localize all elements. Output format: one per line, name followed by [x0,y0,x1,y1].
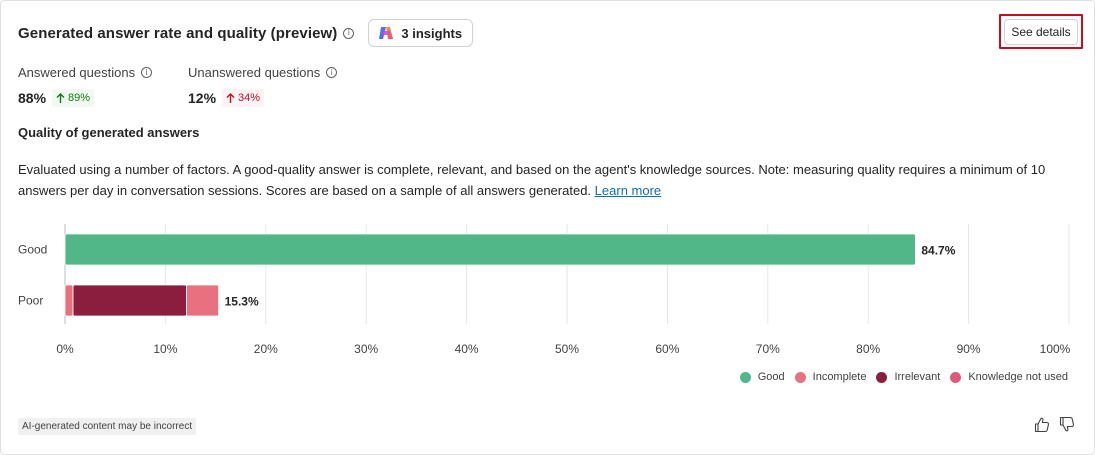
learn-more-link[interactable]: Learn more [595,183,661,198]
legend-swatch [876,371,888,383]
x-tick-label: 40% [455,342,479,356]
category-label: Good [18,243,47,257]
x-tick-label: 0% [56,342,74,356]
thumbs-down-icon[interactable] [1059,416,1075,433]
bar-segment-incomplete [64,284,74,317]
metric-value: 88% [18,90,47,106]
feedback-controls [1025,416,1075,433]
legend-swatch [794,371,806,383]
description-text: Evaluated using a number of factors. A g… [18,162,1046,198]
unanswered-questions-metric: Unanswered questions i 12% 34% [188,65,338,107]
legend-label: Good [757,371,785,383]
legend-label: Knowledge not used [968,371,1068,383]
bar-segment-irrelevant [72,284,187,317]
answered-questions-metric: Answered questions i 88% 89% [18,65,153,107]
arrow-up-icon [226,92,235,103]
info-icon[interactable]: i [141,67,153,78]
legend-item[interactable]: Irrelevant [876,371,940,383]
x-tick-label: 10% [153,342,177,356]
delta-value: 89% [68,92,91,104]
x-tick-label: 60% [655,342,679,356]
legend-item[interactable]: Knowledge not used [950,371,1068,383]
metric-value: 12% [188,90,217,106]
info-icon[interactable]: i [326,67,338,78]
bar-segment-good [64,233,916,266]
x-tick-label: 100% [1040,342,1071,356]
thumbs-up-icon[interactable] [1034,416,1050,433]
ai-disclaimer: AI-generated content may be incorrect [18,418,197,435]
arrow-up-icon [56,92,65,103]
metric-label: Unanswered questions [188,65,321,80]
quality-section-title: Quality of generated answers [18,125,200,140]
bar-total-label: 84.7% [921,244,955,258]
x-tick-label: 30% [354,342,378,356]
quality-description: Evaluated using a number of factors. A g… [18,159,1068,201]
copilot-icon [379,27,394,39]
x-tick-label: 70% [756,342,780,356]
insights-label: 3 insights [401,25,463,41]
x-tick-label: 20% [254,342,278,356]
legend-swatch [739,371,751,383]
delta-badge: 34% [222,89,265,107]
legend-item[interactable]: Good [739,371,785,383]
answer-quality-card: Generated answer rate and quality (previ… [0,0,1095,455]
bar-segment-knowledge-not-used [186,284,220,317]
insights-button[interactable]: 3 insights [368,19,474,47]
legend-item[interactable]: Incomplete [794,371,867,383]
x-tick-label: 90% [957,342,981,356]
bar-total-label: 15.3% [225,295,259,309]
chart-legend: Good Incomplete Irrelevant Knowledge not us… [730,371,1068,383]
legend-label: Incomplete [812,371,867,383]
category-label: Poor [18,294,43,308]
delta-value: 34% [238,92,261,104]
see-details-button[interactable]: See details [1004,19,1078,45]
card-title: Generated answer rate and quality (previ… [18,24,338,42]
quality-bar-chart: 0% 10% 20% 30% 40% 50% 60% 70% 80% 90% 100% Good Poo… [18,224,1071,356]
legend-swatch [950,371,962,383]
metric-label: Answered questions [18,65,136,80]
legend-label: Irrelevant [894,371,941,383]
x-tick-label: 80% [856,342,880,356]
delta-badge: 89% [52,89,95,107]
info-icon[interactable]: i [343,27,355,39]
x-tick-label: 50% [555,342,579,356]
card-header: Generated answer rate and quality (previ… [18,18,474,48]
